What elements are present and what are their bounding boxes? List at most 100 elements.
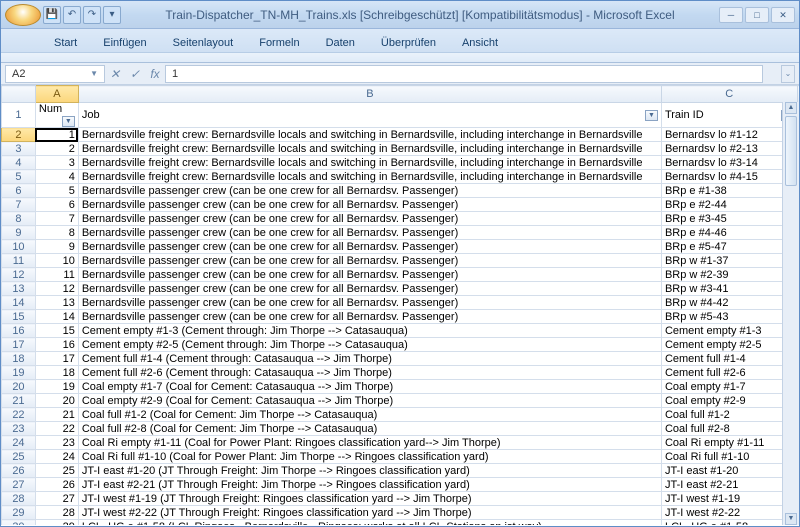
row-header[interactable]: 16 (2, 324, 36, 338)
filter-cell-num[interactable]: Num▼ (35, 103, 78, 128)
select-all-corner[interactable] (2, 86, 36, 103)
row-header[interactable]: 24 (2, 436, 36, 450)
col-header-C[interactable]: C (661, 86, 797, 103)
row-header[interactable]: 26 (2, 464, 36, 478)
cell-job[interactable]: Bernardsville freight crew: Bernardsvill… (78, 170, 661, 184)
row-header[interactable]: 15 (2, 310, 36, 324)
cell-job[interactable]: Bernardsville passenger crew (can be one… (78, 184, 661, 198)
name-box[interactable]: A2 ▼ (5, 65, 105, 83)
cell-num[interactable]: 29 (35, 520, 78, 526)
cell-job[interactable]: Bernardsville passenger crew (can be one… (78, 212, 661, 226)
cell-num[interactable]: 12 (35, 282, 78, 296)
enter-icon[interactable]: ✓ (125, 67, 145, 81)
row-header[interactable]: 17 (2, 338, 36, 352)
row-header[interactable]: 13 (2, 282, 36, 296)
ribbon-tab-start[interactable]: Start (41, 33, 90, 52)
row-header[interactable]: 14 (2, 296, 36, 310)
ribbon-tab-einfügen[interactable]: Einfügen (90, 33, 159, 52)
cell-num[interactable]: 4 (35, 170, 78, 184)
fx-icon[interactable]: fx (145, 67, 165, 81)
row-header[interactable]: 11 (2, 254, 36, 268)
cell-job[interactable]: Coal full #2-8 (Coal for Cement: Jim Tho… (78, 422, 661, 436)
row-header[interactable]: 5 (2, 170, 36, 184)
cell-train-id[interactable]: Bernardsv lo #2-13 (661, 142, 797, 156)
qat-dropdown-icon[interactable]: ▾ (103, 6, 121, 24)
row-header[interactable]: 27 (2, 478, 36, 492)
row-header[interactable]: 6 (2, 184, 36, 198)
cell-num[interactable]: 15 (35, 324, 78, 338)
row-header[interactable]: 10 (2, 240, 36, 254)
cell-job[interactable]: Coal Ri full #1-10 (Coal for Power Plant… (78, 450, 661, 464)
name-box-dropdown-icon[interactable]: ▼ (90, 66, 98, 82)
cell-train-id[interactable]: BRp w #2-39 (661, 268, 797, 282)
row-header[interactable]: 22 (2, 408, 36, 422)
row-header[interactable]: 28 (2, 492, 36, 506)
row-header[interactable]: 12 (2, 268, 36, 282)
cell-train-id[interactable]: Cement full #1-4 (661, 352, 797, 366)
cell-job[interactable]: Bernardsville passenger crew (can be one… (78, 254, 661, 268)
ribbon-tab-überprüfen[interactable]: Überprüfen (368, 33, 449, 52)
cell-job[interactable]: Bernardsville passenger crew (can be one… (78, 268, 661, 282)
cell-train-id[interactable]: JT-I east #2-21 (661, 478, 797, 492)
cell-job[interactable]: Bernardsville passenger crew (can be one… (78, 226, 661, 240)
cell-num[interactable]: 20 (35, 394, 78, 408)
cell-num[interactable]: 26 (35, 478, 78, 492)
row-header[interactable]: 23 (2, 422, 36, 436)
scroll-up-icon[interactable]: ▲ (785, 102, 797, 114)
cell-job[interactable]: JT-I west #1-19 (JT Through Freight: Rin… (78, 492, 661, 506)
filter-cell-id[interactable]: Train ID▼ (661, 103, 797, 128)
cell-train-id[interactable]: JT-I east #1-20 (661, 464, 797, 478)
cell-train-id[interactable]: BRp w #5-43 (661, 310, 797, 324)
cell-job[interactable]: JT-I east #1-20 (JT Through Freight: Jim… (78, 464, 661, 478)
cell-num[interactable]: 10 (35, 254, 78, 268)
cell-train-id[interactable]: Bernardsv lo #4-15 (661, 170, 797, 184)
row-header[interactable]: 7 (2, 198, 36, 212)
filter-dropdown-icon[interactable]: ▼ (645, 110, 658, 121)
cell-job[interactable]: Bernardsville freight crew: Bernardsvill… (78, 142, 661, 156)
cell-train-id[interactable]: Coal empty #2-9 (661, 394, 797, 408)
cell-job[interactable]: Bernardsville passenger crew (can be one… (78, 240, 661, 254)
row-header[interactable]: 8 (2, 212, 36, 226)
cell-job[interactable]: Bernardsville passenger crew (can be one… (78, 282, 661, 296)
row-header[interactable]: 29 (2, 506, 36, 520)
cell-num[interactable]: 19 (35, 380, 78, 394)
cell-num[interactable]: 25 (35, 464, 78, 478)
cell-num[interactable]: 21 (35, 408, 78, 422)
formula-bar-expand-icon[interactable]: ⌄ (781, 65, 795, 83)
scroll-down-icon[interactable]: ▼ (785, 513, 797, 525)
row-header[interactable]: 19 (2, 366, 36, 380)
close-button[interactable]: ✕ (771, 7, 795, 23)
cell-num[interactable]: 23 (35, 436, 78, 450)
cell-num[interactable]: 6 (35, 198, 78, 212)
cell-num[interactable]: 24 (35, 450, 78, 464)
cell-job[interactable]: LCL_HG e #1-58 (LCL Ringoes - Bernardsvi… (78, 520, 661, 526)
maximize-button[interactable]: □ (745, 7, 769, 23)
cell-num[interactable]: 28 (35, 506, 78, 520)
cell-job[interactable]: JT-I west #2-22 (JT Through Freight: Rin… (78, 506, 661, 520)
col-header-D[interactable]: D (797, 86, 799, 103)
cell-job[interactable]: Bernardsville passenger crew (can be one… (78, 198, 661, 212)
cell-num[interactable]: 18 (35, 366, 78, 380)
vertical-scrollbar[interactable]: ▲ ▼ (782, 102, 799, 525)
cancel-icon[interactable]: ✕ (105, 67, 125, 81)
cell-train-id[interactable]: LCL_HG e #1-58 (661, 520, 797, 526)
save-icon[interactable]: 💾 (43, 6, 61, 24)
cell-num[interactable]: 9 (35, 240, 78, 254)
cell-job[interactable]: JT-I east #2-21 (JT Through Freight: Jim… (78, 478, 661, 492)
cell-num[interactable]: 8 (35, 226, 78, 240)
row-header[interactable]: 20 (2, 380, 36, 394)
cell-train-id[interactable]: Coal Ri empty #1-11 (661, 436, 797, 450)
cell-num[interactable]: 13 (35, 296, 78, 310)
cell-train-id[interactable]: Coal Ri full #1-10 (661, 450, 797, 464)
row-header[interactable]: 18 (2, 352, 36, 366)
cell-train-id[interactable]: Coal full #1-2 (661, 408, 797, 422)
redo-icon[interactable]: ↷ (83, 6, 101, 24)
cell-train-id[interactable]: JT-I west #1-19 (661, 492, 797, 506)
cell-num[interactable]: 22 (35, 422, 78, 436)
ribbon-tab-ansicht[interactable]: Ansicht (449, 33, 511, 52)
cell-train-id[interactable]: JT-I west #2-22 (661, 506, 797, 520)
cell-num[interactable]: 3 (35, 156, 78, 170)
filter-dropdown-icon[interactable]: ▼ (62, 116, 75, 127)
cell-job[interactable]: Bernardsville passenger crew (can be one… (78, 310, 661, 324)
ribbon-tab-formeln[interactable]: Formeln (246, 33, 312, 52)
